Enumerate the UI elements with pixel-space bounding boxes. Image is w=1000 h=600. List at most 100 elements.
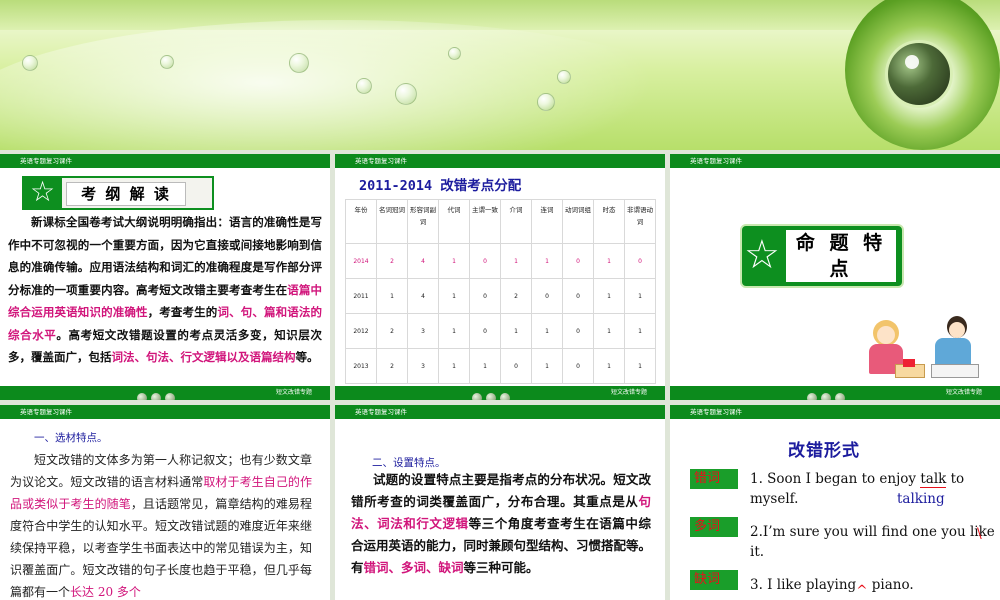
face xyxy=(949,322,965,338)
slide-header: 英语专题复习课件 xyxy=(0,154,330,168)
slide-header: 英语专题复习课件 xyxy=(335,154,665,168)
text-run: 新课标全国卷考试大纲说明明确指出：语言的准确性是写作中不可忽视的一个重要方面，因… xyxy=(8,215,322,297)
table-row: 2014 2 4 1 0 1 1 0 1 0 xyxy=(345,243,656,279)
slide-footer: 短文改错专题 xyxy=(0,386,330,400)
count-cell: 0 xyxy=(562,313,594,349)
error-distribution-table: 年份 名词冠词 形容词副词 代词 主谓一致 介词 连词 动词词组 时态 非谓语动词 2014 2 4 1 0… xyxy=(345,199,656,384)
text-run: 3. I like playing xyxy=(750,577,857,593)
footer-label: 短文改错专题 xyxy=(275,389,312,396)
table-column-header: 名词冠词 xyxy=(376,199,408,244)
tag-missing-word: 缺词 xyxy=(690,570,738,590)
subheading: 一、选材特点。 xyxy=(34,432,108,444)
footer-label: 短文改错专题 xyxy=(610,389,647,396)
slide-thumbnail-6[interactable]: 英语专题复习课件 改错形式 错词 1. Soon I began to enjo… xyxy=(670,405,1000,600)
open-book xyxy=(931,364,979,378)
slide-thumbnail-5[interactable]: 英语专题复习课件 二、设置特点。 试题的设置特点主要是指考点的分布状况。短文改错… xyxy=(335,405,665,600)
slide-footer: 短文改错专题 xyxy=(335,386,665,400)
count-cell: 1 xyxy=(531,313,563,349)
marked-word: it. xyxy=(750,544,765,560)
syllabus-paragraph: 新课标全国卷考试大纲说明明确指出：语言的准确性是写作中不可忽视的一个重要方面，因… xyxy=(8,211,322,369)
year-cell: 2012 xyxy=(345,313,377,349)
camera-lens-center xyxy=(885,40,953,108)
table-column-header: 形容词副词 xyxy=(407,199,439,244)
highlight-text: 词法、句法、行文逻辑以及语篇结构 xyxy=(111,350,296,364)
count-cell: 1 xyxy=(500,313,532,349)
count-cell: 1 xyxy=(593,348,625,384)
slide-thumbnail-1[interactable]: 英语专题复习课件 ☆ 考 纲 解 读 新课标全国卷考试大纲说明明确指出：语言的准… xyxy=(0,154,330,400)
count-cell: 1 xyxy=(438,348,470,384)
count-cell: 1 xyxy=(438,243,470,279)
count-cell: 1 xyxy=(593,278,625,314)
next-nav-icon[interactable] xyxy=(835,393,845,400)
count-cell: 1 xyxy=(438,313,470,349)
table-corner-label: 年份 xyxy=(345,199,377,244)
count-cell: 2 xyxy=(376,243,408,279)
count-cell: 3 xyxy=(407,313,439,349)
example-sentence-1: 1. Soon I began to enjoy talk to myself. xyxy=(750,469,1000,509)
count-cell: 0 xyxy=(469,313,501,349)
slide-thumbnail-3[interactable]: 英语专题复习课件 ☆ 命 题 特 点 短文改错专题 xyxy=(670,154,1000,400)
count-cell: 2 xyxy=(376,313,408,349)
count-cell: 2 xyxy=(376,348,408,384)
count-cell: 1 xyxy=(500,243,532,279)
count-cell: 0 xyxy=(469,278,501,314)
home-nav-icon[interactable] xyxy=(486,393,496,400)
strike-mark: \ xyxy=(977,526,982,542)
slide-header: 英语专题复习课件 xyxy=(0,405,330,419)
slide-thumbnail-2[interactable]: 英语专题复习课件 2011-2014 改错考点分配 年份 名词冠词 形容词副词 代词主… xyxy=(335,154,665,400)
footer-label: 短文改错专题 xyxy=(945,389,982,396)
highlight-text: 错词、多词、缺词 xyxy=(363,560,464,575)
decorative-banner xyxy=(0,0,1000,150)
tag-wrong-word: 错词 xyxy=(690,469,738,489)
count-cell: 0 xyxy=(562,278,594,314)
home-nav-icon[interactable] xyxy=(821,393,831,400)
slide-title: 改错形式 xyxy=(788,441,860,461)
count-cell: 0 xyxy=(531,278,563,314)
home-nav-icon[interactable] xyxy=(151,393,161,400)
correction-text: talking xyxy=(897,491,945,507)
section-title: 命 题 特 点 xyxy=(786,230,896,282)
text-run: 等三种可能。 xyxy=(463,560,539,575)
count-cell: 0 xyxy=(562,348,594,384)
section-title: 考 纲 解 读 xyxy=(66,182,186,206)
text-run: 1. Soon I began to enjoy xyxy=(750,471,921,487)
slide-footer: 短文改错专题 xyxy=(670,386,1000,400)
count-cell: 0 xyxy=(469,243,501,279)
face xyxy=(877,326,895,344)
design-paragraph: 试题的设置特点主要是指考点的分布状况。短文改错所考查的词类覆盖面广，分布合理。其… xyxy=(351,469,651,579)
water-drop xyxy=(448,47,461,60)
table-row: 2013 2 3 1 1 0 1 0 1 1 xyxy=(345,348,656,384)
example-sentence-3: 3. I like playing^ piano. xyxy=(750,575,914,599)
table-row: 2012 2 3 1 0 1 1 0 1 1 xyxy=(345,313,656,349)
prev-nav-icon[interactable] xyxy=(807,393,817,400)
count-cell: 1 xyxy=(469,348,501,384)
students-illustration xyxy=(865,314,985,384)
table-column-header: 代词 xyxy=(438,199,470,244)
water-drop xyxy=(289,53,309,73)
year-cell: 2014 xyxy=(345,243,377,279)
highlight-text: 长达 20 多个 xyxy=(70,585,141,599)
count-cell: 1 xyxy=(438,278,470,314)
prev-nav-icon[interactable] xyxy=(137,393,147,400)
slide-header: 英语专题复习课件 xyxy=(670,405,1000,419)
count-cell: 4 xyxy=(407,278,439,314)
water-drop xyxy=(22,55,38,71)
table-column-header: 介词 xyxy=(500,199,532,244)
count-cell: 1 xyxy=(624,348,656,384)
text-run: 试题的设置特点主要是指考点的分布状况。短文改错所考查的词类覆盖面广，分布合理。其… xyxy=(351,472,651,509)
text-run: 2.I’m sure you will find one you like xyxy=(750,524,995,540)
table-title: 2011-2014 改错考点分配 xyxy=(359,178,522,194)
count-cell: 4 xyxy=(407,243,439,279)
banner-band xyxy=(0,0,1000,30)
count-cell: 1 xyxy=(593,313,625,349)
slide-thumbnail-4[interactable]: 英语专题复习课件 一、选材特点。 短文改错的文体多为第一人称记叙文；也有少数文章… xyxy=(0,405,330,600)
slide-header: 英语专题复习课件 xyxy=(670,154,1000,168)
prev-nav-icon[interactable] xyxy=(472,393,482,400)
count-cell: 1 xyxy=(376,278,408,314)
next-nav-icon[interactable] xyxy=(165,393,175,400)
next-nav-icon[interactable] xyxy=(500,393,510,400)
marked-word: talk xyxy=(920,471,947,488)
table-column-header: 非谓语动词 xyxy=(624,199,656,244)
count-cell: 1 xyxy=(624,313,656,349)
apple-book xyxy=(903,359,915,367)
